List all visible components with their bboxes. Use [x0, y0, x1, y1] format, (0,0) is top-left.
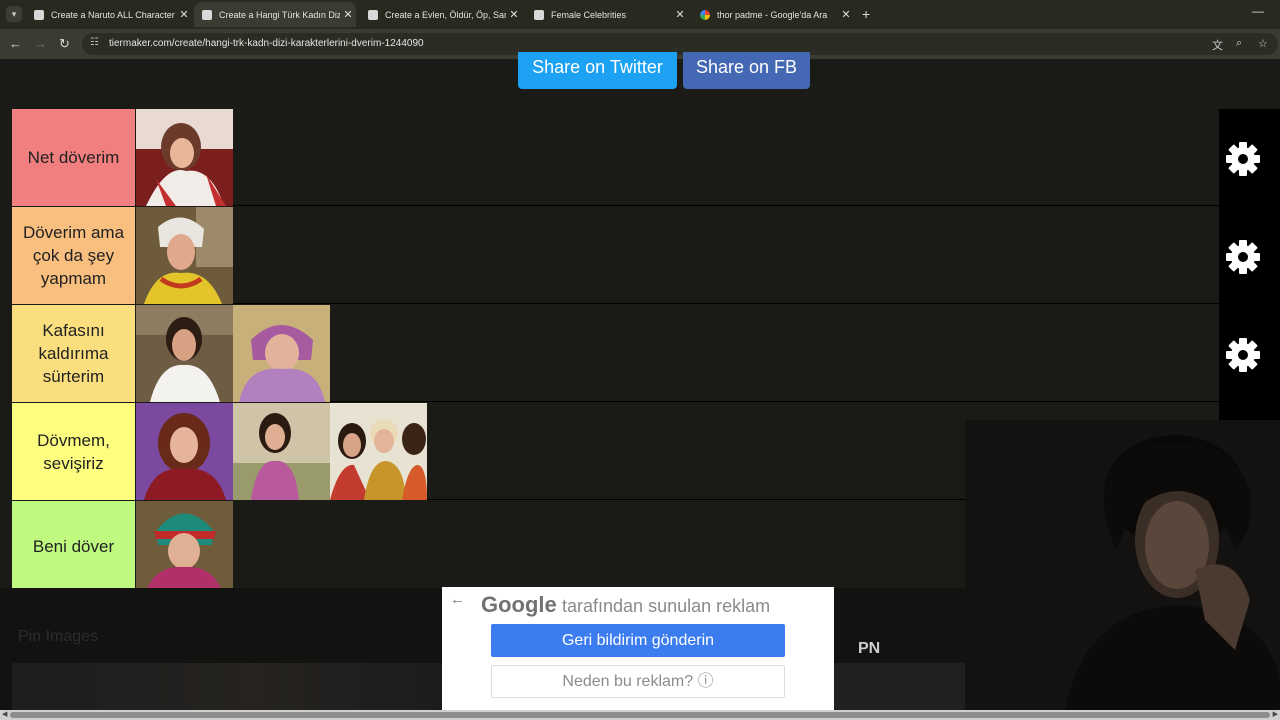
- tab-female-celebrities[interactable]: Female Celebrities ✕: [526, 2, 688, 27]
- webcam-overlay: [965, 420, 1280, 710]
- scroll-left-icon[interactable]: ◀: [2, 710, 7, 718]
- horizontal-scrollbar[interactable]: ◀ ▶: [0, 710, 1280, 720]
- forward-arrow-icon[interactable]: →: [34, 36, 47, 51]
- share-facebook-button[interactable]: Share on FB: [683, 52, 810, 89]
- google-ad-feedback: ← Google tarafından sunulan reklam Geri …: [442, 587, 834, 710]
- zoom-icon[interactable]: ⌕: [1236, 37, 1242, 50]
- back-arrow-icon[interactable]: ←: [450, 591, 465, 608]
- tab-title: Female Celebrities: [551, 9, 627, 20]
- character-image[interactable]: [136, 207, 233, 304]
- address-bar[interactable]: ☷ tiermaker.com/create/hangi-trk-kadn-di…: [82, 33, 1278, 55]
- tier-row: Kafasını kaldırıma sürterim: [12, 305, 1219, 402]
- close-icon[interactable]: ✕: [340, 8, 356, 21]
- share-twitter-button[interactable]: Share on Twitter: [518, 52, 677, 89]
- url-text: tiermaker.com/create/hangi-trk-kadn-dizi…: [109, 38, 424, 49]
- character-image[interactable]: [136, 305, 233, 402]
- google-icon: [700, 9, 710, 20]
- gear-icon[interactable]: [1225, 141, 1261, 177]
- tiermaker-icon: [368, 9, 378, 20]
- tiermaker-icon: [534, 9, 544, 20]
- close-icon[interactable]: ✕: [838, 8, 854, 21]
- why-this-ad-button[interactable]: Neden bu reklam? ⓘ: [491, 665, 785, 698]
- tier-label[interactable]: Kafasını kaldırıma sürterim: [12, 305, 135, 402]
- character-image[interactable]: [233, 403, 330, 500]
- why-this-ad-label: Neden bu reklam?: [562, 673, 694, 690]
- tier-row: Döverim ama çok da şey yapmam: [12, 207, 1219, 304]
- bookmark-star-icon[interactable]: ☆: [1258, 37, 1268, 50]
- tiermaker-icon: [34, 9, 44, 20]
- tier-label[interactable]: Dövmem, sevişiriz: [12, 403, 135, 500]
- translate-icon[interactable]: 文: [1212, 37, 1223, 53]
- tab-title: Create a Naruto ALL Character: [51, 9, 175, 20]
- send-feedback-button[interactable]: Geri bildirim gönderin: [491, 624, 785, 657]
- tier-row: Net döverim: [12, 109, 1219, 206]
- scrollbar-thumb[interactable]: [10, 712, 1270, 718]
- tiermaker-icon: [202, 9, 212, 20]
- new-tab-icon[interactable]: +: [862, 6, 870, 22]
- character-image[interactable]: [233, 305, 330, 402]
- ad-sponsored-text: tarafından sunulan reklam: [562, 596, 771, 616]
- tab-search-dropdown-icon[interactable]: ▾: [6, 6, 22, 22]
- tab-hangi-turk-kadin[interactable]: Create a Hangi Türk Kadın Dizi ✕: [194, 2, 356, 27]
- close-icon[interactable]: ✕: [506, 8, 522, 21]
- site-info-icon[interactable]: ☷: [90, 37, 99, 48]
- tab-title: Create a Hangi Türk Kadın Dizi: [219, 9, 340, 20]
- info-icon: ⓘ: [697, 673, 714, 690]
- minimize-window-icon[interactable]: —: [1252, 4, 1264, 18]
- character-image[interactable]: [136, 403, 233, 500]
- overlay-text: PN: [858, 640, 881, 657]
- reload-icon[interactable]: ↻: [59, 36, 70, 52]
- tab-google-search[interactable]: thor padme - Google'da Ara ✕: [692, 2, 854, 27]
- back-arrow-icon[interactable]: ←: [9, 36, 22, 51]
- gear-icon[interactable]: [1225, 239, 1261, 275]
- close-icon[interactable]: ✕: [672, 8, 688, 21]
- tier-settings-column: [1219, 109, 1280, 420]
- tab-title: Create a Evlen, Öldür, Öp, Sarıl: [385, 9, 506, 20]
- google-logo: Google: [481, 592, 557, 617]
- tier-label[interactable]: Döverim ama çok da şey yapmam: [12, 207, 135, 304]
- gear-icon[interactable]: [1225, 337, 1261, 373]
- close-icon[interactable]: ✕: [176, 8, 192, 21]
- tier-label[interactable]: Beni döver: [12, 501, 135, 591]
- tab-naruto[interactable]: Create a Naruto ALL Character ✕: [26, 2, 192, 27]
- scroll-right-icon[interactable]: ▶: [1273, 710, 1278, 718]
- browser-tab-bar: ▾ Create a Naruto ALL Character ✕ Create…: [0, 0, 1280, 29]
- character-image[interactable]: [136, 501, 233, 591]
- pin-images-label[interactable]: Pin Images: [18, 628, 98, 646]
- character-image[interactable]: [330, 403, 427, 500]
- tier-label[interactable]: Net döverim: [12, 109, 135, 206]
- tab-title: thor padme - Google'da Ara: [717, 9, 828, 20]
- character-image[interactable]: [136, 109, 233, 206]
- tab-evlen-oldur[interactable]: Create a Evlen, Öldür, Öp, Sarıl ✕: [360, 2, 522, 27]
